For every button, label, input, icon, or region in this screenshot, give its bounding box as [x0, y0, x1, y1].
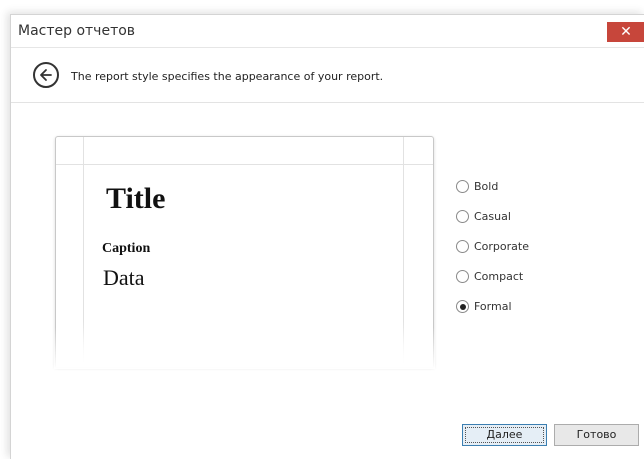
finish-button-label: Готово: [576, 428, 617, 441]
radio-button-selected[interactable]: [456, 300, 469, 313]
focus-rectangle: [465, 427, 544, 443]
radio-label: Bold: [474, 180, 499, 193]
page-description: The report style specifies the appearanc…: [71, 70, 384, 83]
next-button[interactable]: Далее: [462, 424, 547, 446]
radio-formal[interactable]: Formal: [456, 299, 576, 315]
window-title: Мастер отчетов: [18, 23, 136, 39]
wizard-header: The report style specifies the appearanc…: [11, 47, 644, 103]
preview-title: Title: [106, 182, 166, 215]
radio-bold[interactable]: Bold: [456, 179, 576, 195]
back-button[interactable]: [33, 62, 59, 88]
radio-label: Casual: [474, 210, 511, 223]
radio-button[interactable]: [456, 180, 469, 193]
radio-label: Corporate: [474, 240, 529, 253]
radio-label: Formal: [474, 300, 512, 313]
radio-compact[interactable]: Compact: [456, 269, 576, 285]
preview-fade: [54, 327, 435, 369]
radio-button[interactable]: [456, 240, 469, 253]
arrow-left-icon: [40, 69, 52, 81]
report-wizard-window: Мастер отчетов ✕ The report style specif…: [10, 14, 644, 459]
preview-guide-horizontal: [56, 164, 433, 165]
radio-button[interactable]: [456, 210, 469, 223]
radio-corporate[interactable]: Corporate: [456, 239, 576, 255]
radio-label: Compact: [474, 270, 524, 283]
style-preview: Title Caption Data: [54, 136, 435, 369]
radio-casual[interactable]: Casual: [456, 209, 576, 225]
title-bar: Мастер отчетов ✕: [11, 15, 644, 47]
preview-data: Data: [103, 265, 145, 290]
radio-button[interactable]: [456, 270, 469, 283]
preview-caption: Caption: [102, 241, 151, 256]
close-button[interactable]: ✕: [607, 22, 644, 42]
close-icon: ✕: [620, 24, 632, 40]
finish-button[interactable]: Готово: [554, 424, 639, 446]
